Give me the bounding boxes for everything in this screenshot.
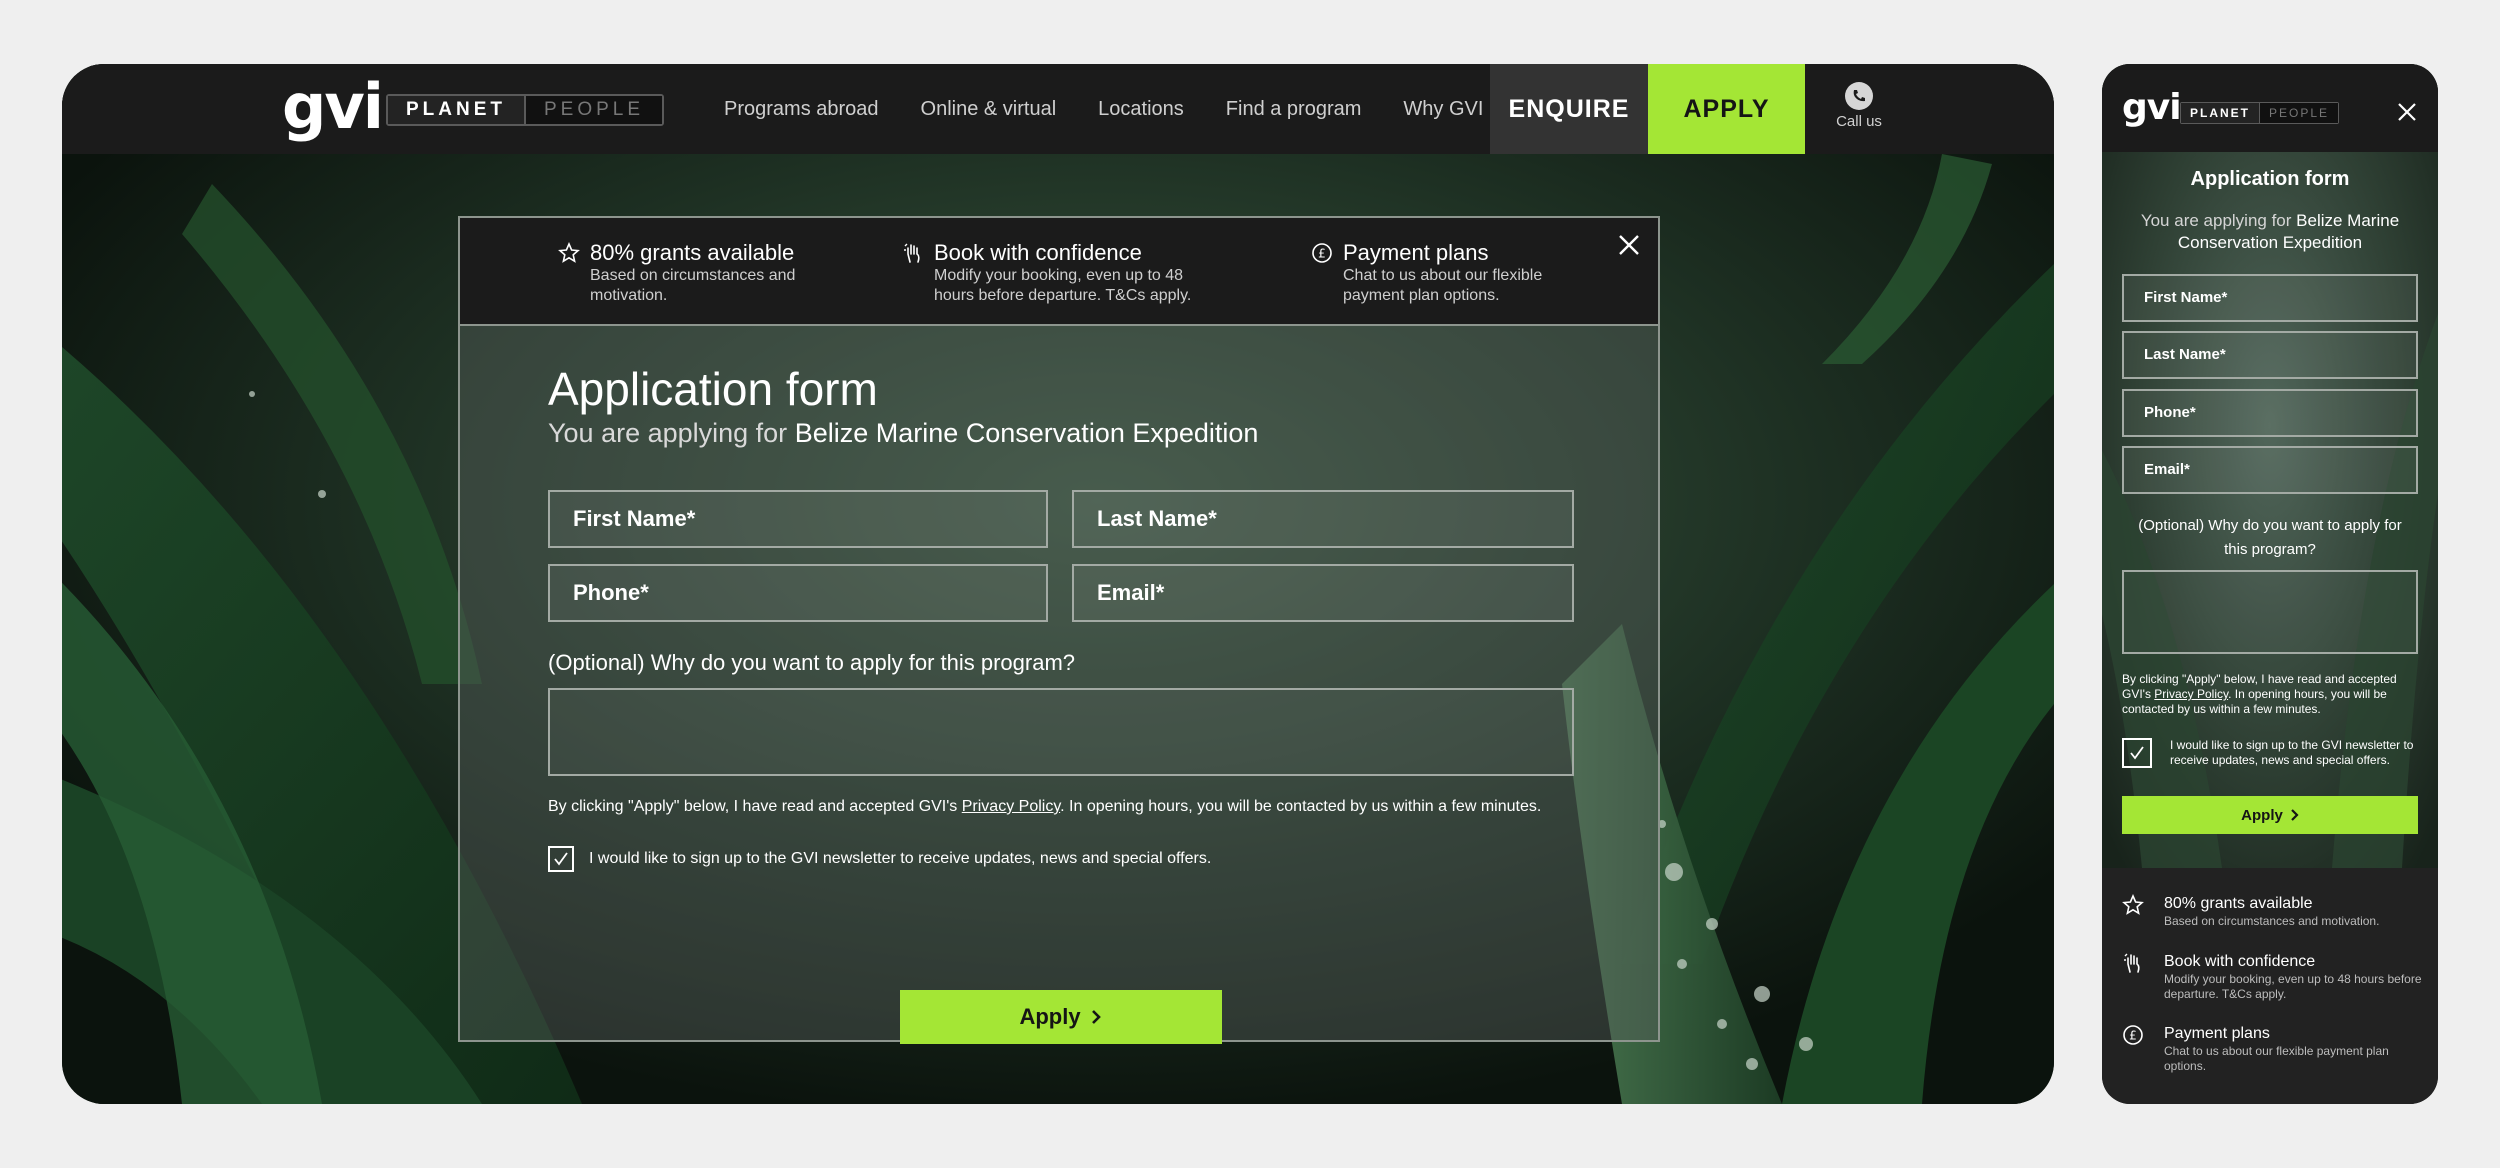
motivation-textarea[interactable] [548, 688, 1574, 776]
nav-link-why-gvi[interactable]: Why GVI [1403, 98, 1483, 121]
privacy-policy-link[interactable]: Privacy Policy [962, 798, 1060, 815]
nav-link-online-virtual[interactable]: Online & virtual [921, 98, 1057, 121]
benefit-book-confidence: Book with confidence Modify your booking… [902, 240, 1222, 306]
mobile-view: gvi PLANET PEOPLE Application form You a… [2102, 64, 2438, 1104]
first-name-field[interactable]: First Name* [2122, 274, 2418, 322]
form-subtitle: You are applying for Belize Marine Conse… [548, 418, 1259, 448]
star-icon [558, 242, 580, 263]
benefit-payment-plans: £ Payment plans Chat to us about our fle… [1311, 240, 1571, 306]
newsletter-row: I would like to sign up to the GVI newsl… [2122, 738, 2418, 768]
benefit-title: 80% grants available [2164, 895, 2313, 912]
phone-field[interactable]: Phone* [548, 564, 1048, 622]
application-modal: 80% grants available Based on circumstan… [458, 216, 1660, 1044]
check-icon [2130, 746, 2144, 760]
benefit-title: Book with confidence [2164, 953, 2316, 970]
consent-text: By clicking "Apply" below, I have read a… [2122, 672, 2397, 716]
nav-link-programs-abroad[interactable]: Programs abroad [724, 98, 879, 121]
hand-icon [2124, 953, 2140, 973]
newsletter-checkbox[interactable] [2122, 738, 2152, 768]
benefit-title: 80% grants available [590, 240, 795, 265]
phone-icon [1845, 82, 1873, 110]
last-name-field[interactable]: Last Name* [1072, 490, 1574, 548]
pound-icon: £ [1312, 243, 1332, 263]
form-title: Application form [2190, 168, 2350, 190]
planet-people-toggle[interactable]: PLANET PEOPLE [386, 94, 665, 126]
nav-links: Programs abroad Online & virtual Locatio… [724, 64, 1525, 154]
email-field[interactable]: Email* [2122, 446, 2418, 494]
benefit-desc: Chat to us about our flexible payment pl… [2164, 1044, 2389, 1073]
benefit-desc: Modify your booking, even up to 48 hours… [2164, 972, 2422, 1001]
program-name: Belize Marine Conservation Expedition [794, 418, 1259, 448]
motivation-label: (Optional) Why do you want to apply for … [548, 650, 1076, 675]
benefit-desc: Modify your booking, even up to 48 hours… [934, 267, 1192, 304]
form-title: Application form [548, 363, 878, 415]
last-name-field[interactable]: Last Name* [2122, 331, 2418, 379]
top-navigation: gvi PLANET PEOPLE Programs abroad Online… [62, 64, 2054, 154]
call-us-button[interactable]: Call us [1824, 82, 1894, 130]
mobile-top-navigation: gvi PLANET PEOPLE [2102, 64, 2438, 152]
email-field[interactable]: Email* [1072, 564, 1574, 622]
benefit-grants: 80% grants available Based on circumstan… [558, 240, 818, 306]
newsletter-row: I would like to sign up to the GVI newsl… [548, 846, 1211, 872]
form-subtitle: You are applying for Belize Marine Conse… [2140, 211, 2400, 252]
benefit-title: Payment plans [1343, 240, 1489, 265]
chevron-right-icon [2291, 809, 2299, 821]
desktop-view: gvi PLANET PEOPLE Programs abroad Online… [62, 64, 2054, 1104]
gvi-logo[interactable]: gvi [2122, 90, 2182, 126]
benefit-payment-plans: £ Payment plans Chat to us about our fle… [2122, 1024, 2422, 1074]
privacy-policy-link[interactable]: Privacy Policy [2154, 687, 2228, 701]
benefit-book-confidence: Book with confidence Modify your booking… [2122, 952, 2422, 1002]
hand-icon [904, 243, 920, 263]
newsletter-checkbox[interactable] [548, 846, 574, 872]
benefit-title: Book with confidence [934, 240, 1142, 265]
newsletter-label: I would like to sign up to the GVI newsl… [2170, 738, 2414, 767]
consent-text: By clicking "Apply" below, I have read a… [548, 798, 1542, 815]
planet-people-toggle[interactable]: PLANET PEOPLE [2180, 102, 2340, 124]
apply-button[interactable]: Apply [900, 990, 1222, 1044]
apply-label: Apply [1019, 1004, 1081, 1029]
star-icon [2122, 894, 2144, 915]
apply-button[interactable]: Apply [2122, 796, 2418, 834]
pound-icon: £ [2123, 1025, 2143, 1045]
toggle-planet[interactable]: PLANET [2181, 103, 2260, 123]
benefits-list: 80% grants available Based on circumstan… [2102, 868, 2438, 1104]
first-name-field[interactable]: First Name* [548, 490, 1048, 548]
svg-text:£: £ [2129, 1029, 2137, 1043]
benefit-desc: Based on circumstances and motivation. [2164, 914, 2380, 928]
motivation-textarea[interactable] [2122, 570, 2418, 654]
apply-nav-button[interactable]: APPLY [1648, 64, 1805, 154]
phone-field[interactable]: Phone* [2122, 389, 2418, 437]
close-icon[interactable] [2396, 101, 2418, 123]
benefit-grants: 80% grants available Based on circumstan… [2122, 894, 2422, 929]
gvi-logo[interactable]: gvi [282, 76, 384, 138]
toggle-people[interactable]: PEOPLE [2260, 103, 2339, 123]
apply-label: Apply [2241, 806, 2283, 824]
nav-link-locations[interactable]: Locations [1098, 98, 1184, 121]
call-us-label: Call us [1836, 113, 1882, 130]
toggle-people[interactable]: PEOPLE [526, 96, 663, 124]
chevron-right-icon [1091, 1010, 1101, 1024]
close-icon[interactable] [1614, 230, 1644, 260]
enquire-button[interactable]: ENQUIRE [1490, 64, 1648, 154]
benefits-bar: 80% grants available Based on circumstan… [460, 218, 1658, 326]
nav-link-find-program[interactable]: Find a program [1226, 98, 1362, 121]
benefit-desc: Based on circumstances and motivation. [590, 267, 796, 304]
check-icon [554, 852, 568, 866]
newsletter-label: I would like to sign up to the GVI newsl… [589, 850, 1212, 867]
benefit-desc: Chat to us about our flexible payment pl… [1343, 267, 1543, 304]
motivation-label: (Optional) Why do you want to apply for … [2138, 517, 2402, 558]
toggle-planet[interactable]: PLANET [388, 96, 526, 124]
benefit-title: Payment plans [2164, 1025, 2270, 1042]
svg-text:£: £ [1318, 247, 1326, 261]
